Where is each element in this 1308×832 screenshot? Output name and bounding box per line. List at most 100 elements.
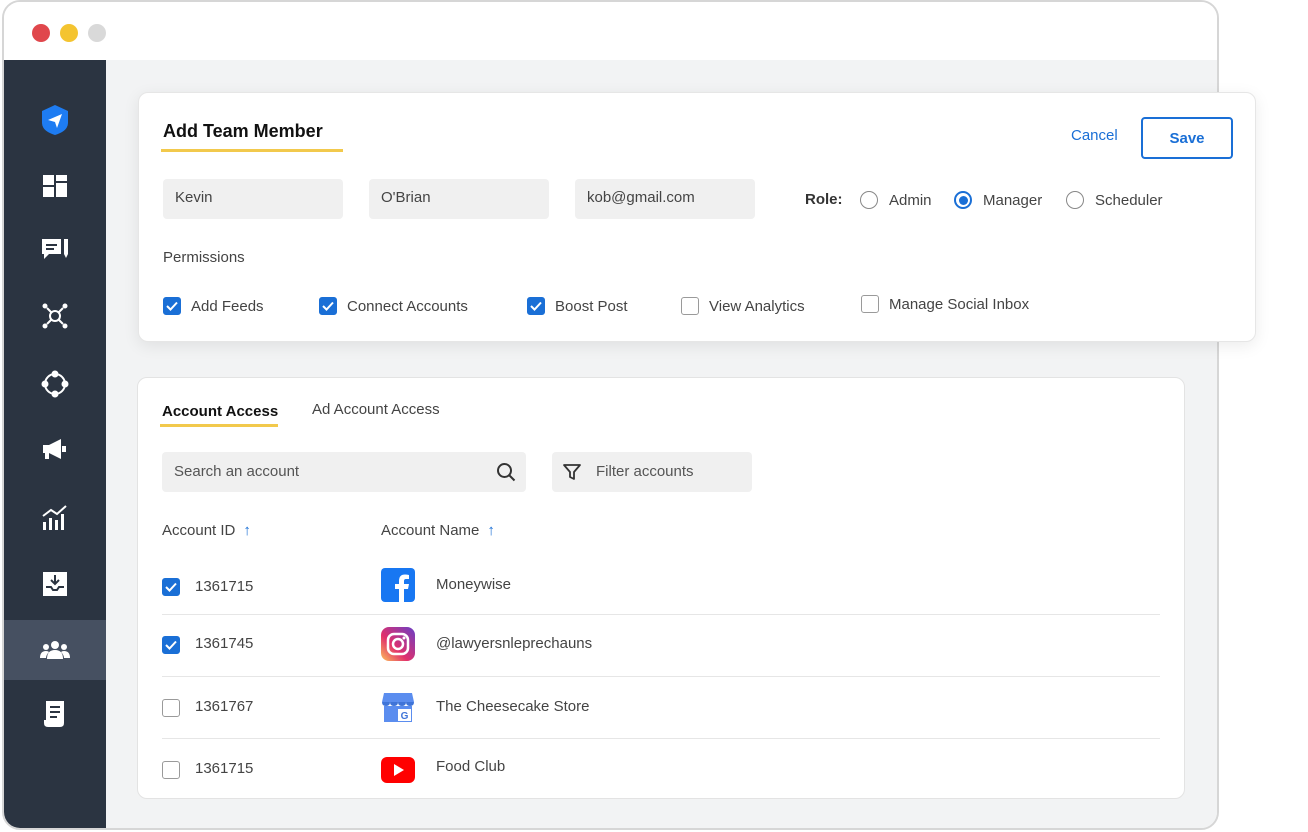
account-access-card: Account Access Ad Account Access Search … [137,377,1185,799]
workflow-icon [41,370,69,398]
column-label: Account Name [381,522,480,539]
checkbox[interactable] [861,295,879,313]
sidebar-item-home[interactable] [4,90,106,150]
account-name: The Cheesecake Store [436,698,590,715]
youtube-icon [381,757,415,783]
role-radio-scheduler[interactable]: Scheduler [1066,191,1163,209]
email-field[interactable]: kob@gmail.com [575,179,755,219]
team-icon [40,641,70,659]
tab-account-access[interactable]: Account Access [162,403,278,420]
compose-icon [42,239,68,259]
radio-circle[interactable] [954,191,972,209]
checkbox[interactable] [319,297,337,315]
sidebar-item-reports[interactable] [4,684,106,744]
sidebar-item-campaigns[interactable] [4,420,106,480]
zoom-window-button[interactable] [88,24,106,42]
column-header-account-id[interactable]: Account ID ↑ [162,522,251,539]
role-radio-manager[interactable]: Manager [954,191,1042,209]
card-title: Add Team Member [163,121,323,141]
sidebar-item-compose[interactable] [4,220,106,280]
permission-view-analytics[interactable]: View Analytics [681,297,805,315]
checkbox[interactable] [163,297,181,315]
permission-label: Manage Social Inbox [889,295,1030,313]
role-label: Role: [805,191,843,208]
save-button[interactable]: Save [1141,117,1233,159]
row-checkbox[interactable] [162,636,180,654]
permissions-label: Permissions [163,249,245,266]
table-row[interactable]: 1361715 Food Club [162,748,1160,810]
account-id: 1361715 [195,578,254,595]
radio-circle[interactable] [1066,191,1084,209]
sidebar-item-workflow[interactable] [4,354,106,414]
megaphone-icon [43,439,66,459]
column-header-account-name[interactable]: Account Name ↑ [381,522,495,539]
filter-icon [563,464,581,480]
row-divider [162,614,1160,615]
row-checkbox[interactable] [162,761,180,779]
sidebar-item-dashboard[interactable] [4,156,106,216]
report-icon [44,701,64,727]
permission-manage-social-inbox[interactable]: Manage Social Inbox [861,295,1029,313]
permission-connect-accounts[interactable]: Connect Accounts [319,297,468,315]
sidebar-item-analytics[interactable] [4,488,106,548]
checkbox[interactable] [681,297,699,315]
row-checkbox[interactable] [162,578,180,596]
search-icon[interactable] [496,462,516,482]
last-name-field[interactable]: O'Brian [369,179,549,219]
cancel-button[interactable]: Cancel [1071,127,1118,144]
checkmark-icon [322,301,334,311]
analytics-icon [42,505,67,530]
search-input[interactable]: Search an account [162,452,526,492]
checkbox[interactable] [527,297,545,315]
row-divider [162,738,1160,739]
role-option-label: Scheduler [1095,191,1163,209]
svg-text:G: G [401,711,409,722]
permission-label: Connect Accounts [347,297,468,315]
send-logo-icon [42,105,68,135]
checkmark-icon [165,582,177,592]
network-icon [42,303,68,329]
role-option-label: Manager [983,191,1043,209]
checkmark-icon [530,301,542,311]
filter-label: Filter accounts [596,463,694,480]
search-placeholder: Search an account [174,463,300,480]
instagram-icon [381,627,415,661]
account-name: Moneywise [436,576,512,593]
permission-label: Add Feeds [191,297,264,315]
tab-ad-account-access[interactable]: Ad Account Access [312,401,440,418]
checkmark-icon [166,301,178,311]
permission-boost-post[interactable]: Boost Post [527,297,628,315]
sidebar-item-network[interactable] [4,286,106,346]
inbox-download-icon [43,572,67,596]
first-name-field[interactable]: Kevin [163,179,343,219]
sidebar [4,60,106,828]
role-radio-admin[interactable]: Admin [860,191,932,209]
sort-ascending-icon[interactable]: ↑ [487,522,495,539]
sort-ascending-icon[interactable]: ↑ [243,522,251,539]
account-id: 1361745 [195,635,254,652]
permission-add-feeds[interactable]: Add Feeds [163,297,264,315]
row-checkbox[interactable] [162,699,180,717]
dashboard-icon [43,175,67,197]
account-id: 1361767 [195,698,254,715]
sidebar-item-team[interactable] [4,620,106,680]
radio-circle[interactable] [860,191,878,209]
filter-accounts-button[interactable]: Filter accounts [552,452,752,492]
tab-underline [160,424,278,427]
permission-label: View Analytics [709,297,805,315]
google-business-icon: G [382,693,414,722]
table-row[interactable]: 1361715 Moneywise [162,566,1160,628]
table-row[interactable]: 1361767 G The Cheesecake Store [162,688,1160,750]
account-name: Food Club [436,758,506,775]
sidebar-item-inbox[interactable] [4,554,106,614]
account-name: @lawyersnleprechauns [436,635,593,652]
close-window-button[interactable] [32,24,50,42]
add-team-member-card: Add Team Member Cancel Save Kevin O'Bria… [138,92,1256,342]
role-option-label: Admin [889,191,932,209]
checkmark-icon [165,640,177,650]
minimize-window-button[interactable] [60,24,78,42]
title-underline [161,149,343,152]
title-bar [4,2,1217,60]
row-divider [162,676,1160,677]
column-label: Account ID [162,522,236,539]
